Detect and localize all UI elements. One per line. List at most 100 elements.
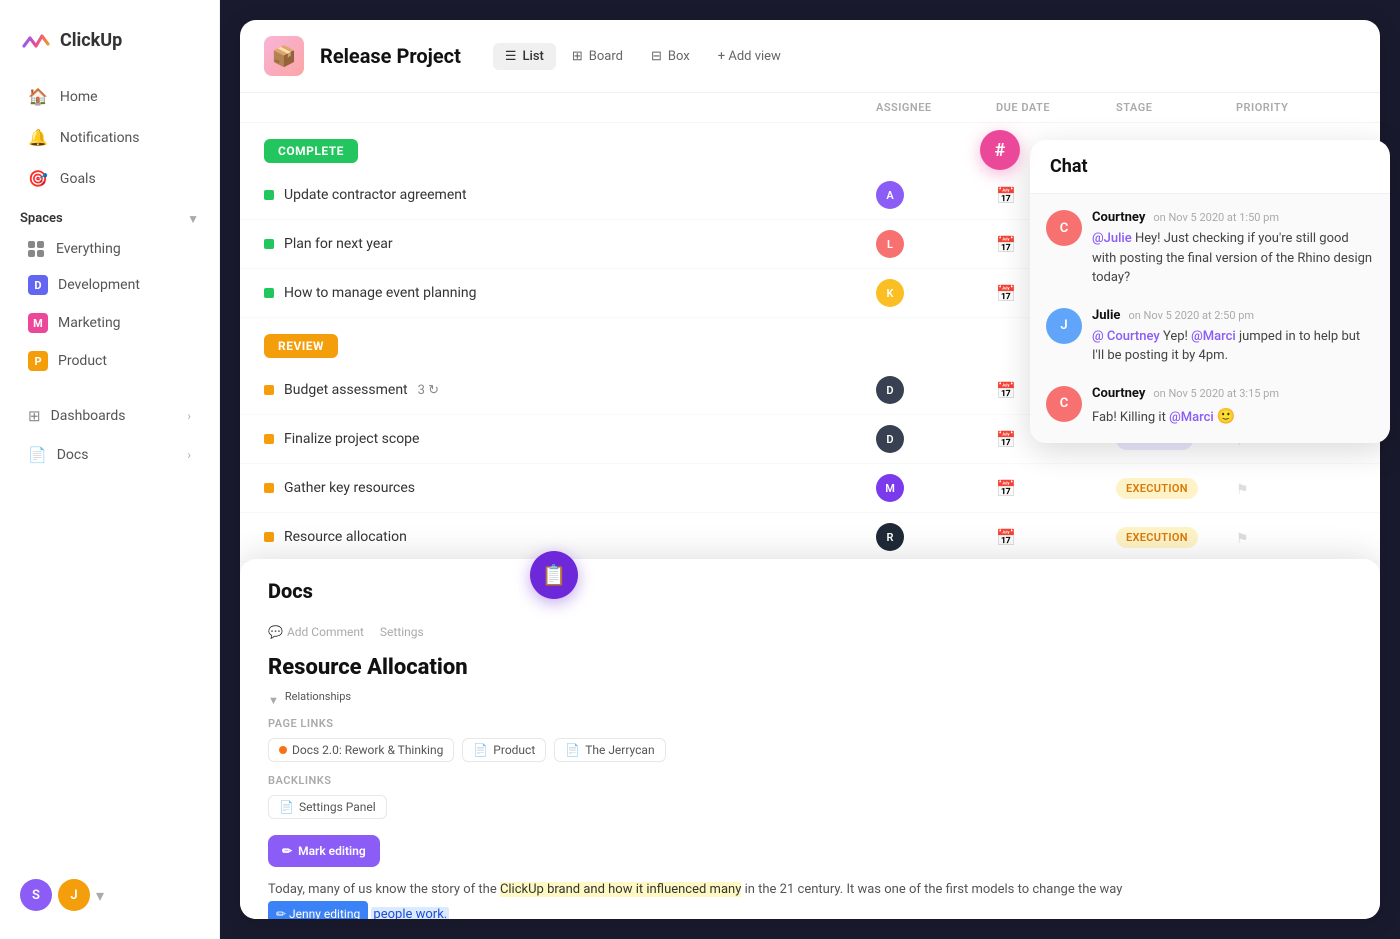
section-badge-review: REVIEW (264, 334, 338, 358)
docs-body: ✏ Mark editing Today, many of us know th… (268, 835, 1352, 919)
sidebar-item-docs[interactable]: 📄 Docs › (8, 436, 211, 474)
tab-board[interactable]: ⊞ Board (560, 43, 635, 70)
body-highlight2: people work. (371, 907, 449, 919)
chat-message-1: C Courtney on Nov 5 2020 at 1:50 pm @Jul… (1046, 210, 1374, 288)
backlinks: 📄 Settings Panel (268, 795, 1352, 819)
mention-courtney: @ Courtney (1092, 329, 1160, 344)
project-header: 📦 Release Project ☰ List ⊞ Board ⊟ Box +… (240, 20, 1380, 93)
sidebar-item-home[interactable]: 🏠 Home (8, 77, 211, 116)
task-name: How to manage event planning (264, 285, 876, 301)
assignee-avatar: D (876, 376, 904, 404)
chat-author-2: Julie (1092, 308, 1120, 323)
task-assignee: M (876, 474, 996, 502)
avatar-dropdown-icon[interactable]: ▾ (96, 886, 104, 905)
task-assignee: D (876, 376, 996, 404)
col-due-date: DUE DATE (996, 101, 1116, 114)
table-row[interactable]: Gather key resources M 📅 EXECUTION ⚑ (240, 464, 1380, 513)
sidebar-item-product[interactable]: P Product (8, 343, 211, 379)
chat-time-1: on Nov 5 2020 at 1:50 pm (1153, 211, 1279, 224)
mark-editing-button[interactable]: ✏ Mark editing (268, 835, 380, 867)
chat-meta-3: Courtney on Nov 5 2020 at 3:15 pm (1092, 386, 1279, 401)
chat-meta-2: Julie on Nov 5 2020 at 2:50 pm (1092, 308, 1374, 323)
avatar-j[interactable]: J (58, 879, 90, 911)
sidebar-item-dashboards-label: Dashboards (51, 408, 126, 424)
goals-icon: 🎯 (28, 169, 48, 188)
task-name: Gather key resources (264, 480, 876, 496)
development-dot: D (28, 275, 48, 295)
col-task (264, 101, 876, 114)
floating-doc-icon[interactable]: 📋 (530, 551, 578, 599)
chat-panel: Chat C Courtney on Nov 5 2020 at 1:50 pm… (1030, 140, 1390, 443)
page-link-jerrycan[interactable]: 📄 The Jerrycan (554, 738, 665, 762)
table-row[interactable]: Resource allocation R 📅 EXECUTION ⚑ (240, 513, 1380, 562)
calendar-icon: 📅 (996, 381, 1016, 400)
task-dot-green (264, 239, 274, 249)
add-comment-label: Add Comment (287, 625, 364, 639)
chat-text-2: @ Courtney Yep! @Marci jumped in to help… (1092, 327, 1374, 366)
page-link-product[interactable]: 📄 Product (462, 738, 546, 762)
page-link-product-label: Product (493, 743, 535, 757)
stage-badge-execution: EXECUTION (1116, 527, 1198, 548)
task-name: Update contractor agreement (264, 187, 876, 203)
doc-title: Resource Allocation (268, 655, 1352, 680)
docs-panel: Docs 💬 Add Comment Settings Resource All… (240, 559, 1380, 919)
settings-label: Settings (380, 625, 424, 639)
task-assignee: D (876, 425, 996, 453)
backlink-settings[interactable]: 📄 Settings Panel (268, 795, 387, 819)
tab-box-label: Box (668, 49, 690, 64)
sidebar-item-development[interactable]: D Development (8, 267, 211, 303)
chat-messages: C Courtney on Nov 5 2020 at 1:50 pm @Jul… (1030, 194, 1390, 443)
chat-time-2: on Nov 5 2020 at 2:50 pm (1128, 309, 1254, 322)
tab-box[interactable]: ⊟ Box (639, 43, 702, 70)
sidebar-item-docs-label: Docs (57, 447, 89, 463)
sidebar-item-dashboards[interactable]: ⊞ Dashboards › (8, 397, 211, 435)
chat-content-1: Courtney on Nov 5 2020 at 1:50 pm @Julie… (1092, 210, 1374, 288)
task-name: Plan for next year (264, 236, 876, 252)
avatar-s[interactable]: S (20, 879, 52, 911)
clickup-logo-icon (20, 24, 52, 56)
logo: ClickUp (0, 16, 219, 76)
page-link-jerrycan-label: The Jerrycan (585, 743, 654, 757)
chat-author-3: Courtney (1092, 386, 1145, 401)
chat-avatar-julie: J (1046, 308, 1082, 344)
chat-text-1: @Julie Hey! Just checking if you're stil… (1092, 229, 1374, 288)
task-dot-green (264, 288, 274, 298)
backlinks-label: BACKLINKS (268, 774, 1352, 787)
task-name: Finalize project scope (264, 431, 876, 447)
chevron-down-icon: ▼ (268, 694, 279, 707)
smiley-emoji: 🙂 (1217, 407, 1236, 425)
task-assignee: A (876, 181, 996, 209)
stage-badge-execution: EXECUTION (1116, 478, 1198, 499)
doc-icon-backlink: 📄 (279, 800, 294, 814)
assignee-avatar: L (876, 230, 904, 258)
add-comment-button[interactable]: 💬 Add Comment (268, 625, 364, 639)
tab-list[interactable]: ☰ List (493, 43, 556, 70)
user-avatars: S J ▾ (0, 867, 219, 923)
page-link-docs[interactable]: Docs 2.0: Rework & Thinking (268, 738, 454, 762)
sidebar-item-goals-label: Goals (60, 171, 96, 187)
calendar-icon: 📅 (996, 430, 1016, 449)
chevron-right-icon: › (187, 409, 191, 423)
col-assignee: ASSIGNEE (876, 101, 996, 114)
task-priority: ⚑ (1236, 479, 1356, 498)
settings-button[interactable]: Settings (380, 625, 424, 639)
sidebar-item-marketing[interactable]: M Marketing (8, 305, 211, 341)
docs-panel-header: Docs (268, 579, 313, 603)
docs-icon: 📄 (28, 446, 47, 464)
spaces-section-header[interactable]: Spaces ▼ (0, 199, 219, 232)
chat-author-1: Courtney (1092, 210, 1145, 225)
marketing-dot: M (28, 313, 48, 333)
jenny-editing-badge: ✏ Jenny editing (268, 901, 368, 919)
task-priority: ⚑ (1236, 528, 1356, 547)
sidebar-item-everything[interactable]: Everything (8, 233, 211, 265)
add-view-button[interactable]: + Add view (706, 43, 793, 70)
logo-text: ClickUp (60, 30, 122, 51)
sidebar-item-home-label: Home (60, 89, 98, 105)
calendar-icon: 📅 (996, 479, 1016, 498)
sidebar-item-everything-label: Everything (56, 241, 121, 257)
task-dot-green (264, 190, 274, 200)
sidebar-item-notifications[interactable]: 🔔 Notifications (8, 118, 211, 157)
sidebar-item-goals[interactable]: 🎯 Goals (8, 159, 211, 198)
calendar-icon: 📅 (996, 186, 1016, 205)
doc-icon-sm: 📄 (473, 743, 488, 757)
